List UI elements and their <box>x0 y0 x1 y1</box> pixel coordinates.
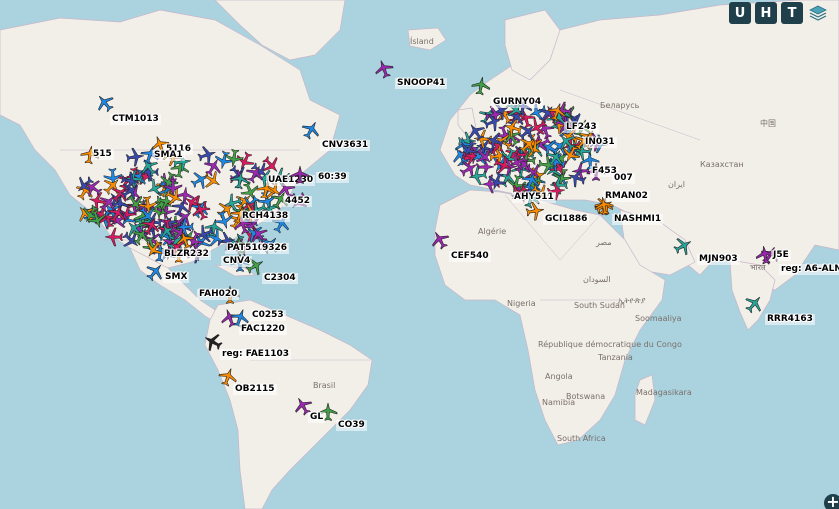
zoom-in-button[interactable]: + <box>824 494 839 509</box>
flight-callsign-label[interactable]: J5E <box>771 250 791 261</box>
aircraft-icon[interactable] <box>483 112 503 132</box>
aircraft-icon[interactable] <box>163 177 183 197</box>
flight-callsign-label[interactable]: SNOOP41 <box>395 78 448 89</box>
flight-callsign-label[interactable]: SMA1 <box>152 150 185 161</box>
flight-callsign-label[interactable]: reg: A6-ALN <box>779 264 839 275</box>
flight-callsign-label[interactable]: C2304 <box>262 273 298 284</box>
flight-callsign-label[interactable]: OB2115 <box>233 384 277 395</box>
flight-callsign-label[interactable]: CNV4 <box>221 256 253 267</box>
aircraft-icon[interactable] <box>120 171 140 191</box>
aircraft-icon[interactable] <box>224 148 244 168</box>
toolbar-button-t[interactable]: T <box>781 2 803 24</box>
flight-callsign-label[interactable]: reg: FAE1103 <box>220 349 291 360</box>
toolbar-button-u[interactable]: U <box>729 2 751 24</box>
aircraft-icon[interactable] <box>141 216 161 236</box>
flight-callsign-label[interactable]: NASHMI1 <box>612 214 664 225</box>
aircraft-icon[interactable] <box>301 120 321 140</box>
flight-callsign-label[interactable]: BLZR232 <box>162 249 211 260</box>
aircraft-icon[interactable] <box>673 236 693 256</box>
layers-icon[interactable] <box>807 2 829 24</box>
flight-callsign-label[interactable]: GCI1886 <box>543 214 590 225</box>
aircraft-icon[interactable] <box>374 59 394 79</box>
aircraft-icon[interactable] <box>190 170 210 190</box>
aircraft-icon[interactable] <box>567 168 587 188</box>
aircraft-icon[interactable] <box>430 230 450 250</box>
flight-callsign-label[interactable]: CEF540 <box>449 251 491 262</box>
aircraft-icon[interactable] <box>594 196 614 216</box>
map-toolbar: U H T <box>729 2 829 24</box>
flight-callsign-label[interactable]: GL <box>308 412 326 423</box>
aircraft-icon[interactable] <box>290 165 310 185</box>
aircraft-icon[interactable] <box>528 117 548 137</box>
aircraft-icon[interactable] <box>230 170 250 190</box>
flight-callsign-label[interactable]: C0253 <box>250 310 286 321</box>
aircraft-icon[interactable] <box>145 262 165 282</box>
aircraft-icon[interactable] <box>468 166 488 186</box>
aircraft-icon[interactable] <box>191 201 211 221</box>
aircraft-icon[interactable] <box>744 294 764 314</box>
flight-callsign-label[interactable]: CTM1013 <box>110 114 161 125</box>
flight-callsign-label[interactable]: RRR4163 <box>765 314 815 325</box>
flight-callsign-label[interactable]: 515 <box>91 149 114 160</box>
flight-callsign-label[interactable]: IN031 <box>583 137 617 148</box>
flight-callsign-label[interactable]: RCH4138 <box>240 211 291 222</box>
flight-callsign-label[interactable]: 4452 <box>283 196 313 207</box>
flight-callsign-label[interactable]: FAC1220 <box>239 324 287 335</box>
aircraft-icon[interactable] <box>547 102 567 122</box>
flight-callsign-label[interactable]: SMX <box>163 272 190 283</box>
aircraft-icon[interactable] <box>459 139 479 159</box>
aircraft-icon[interactable] <box>95 93 115 113</box>
world-map[interactable]: Ísland Algérie مصر السودان Nigeria South… <box>0 0 839 509</box>
aircraft-icon[interactable] <box>493 155 513 175</box>
flight-callsign-label[interactable]: FAH020 <box>197 289 240 300</box>
flight-callsign-label[interactable]: 9326 <box>260 243 290 254</box>
toolbar-button-h[interactable]: H <box>755 2 777 24</box>
flight-callsign-label[interactable]: 007 <box>612 173 635 184</box>
flight-callsign-label[interactable]: MJN903 <box>697 254 740 265</box>
aircraft-icon[interactable] <box>518 135 538 155</box>
flight-callsign-label[interactable]: GURNY04 <box>491 97 544 108</box>
aircraft-icon[interactable] <box>471 76 491 96</box>
aircraft-icon[interactable] <box>175 230 195 250</box>
aircraft-icon[interactable] <box>98 193 118 213</box>
aircraft-icon[interactable] <box>525 201 545 221</box>
flight-callsign-label[interactable]: CO39 <box>336 420 367 431</box>
flight-callsign-label[interactable]: 60:39 <box>316 172 349 183</box>
flight-callsign-label[interactable]: CNV3631 <box>320 140 371 151</box>
